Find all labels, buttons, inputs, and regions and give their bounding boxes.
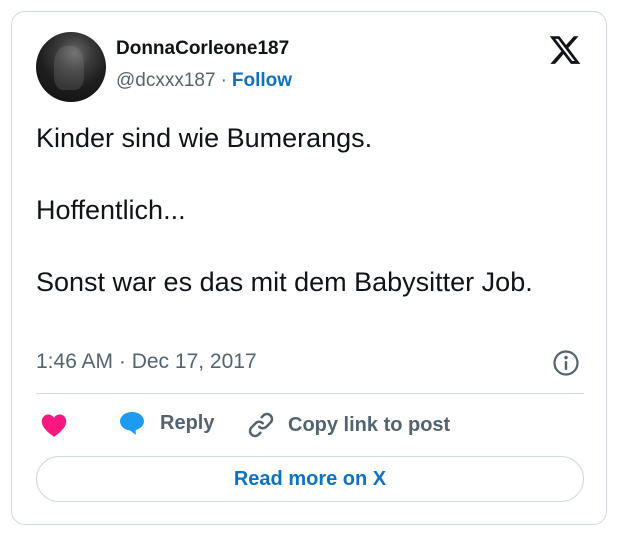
x-logo-icon[interactable] [548, 33, 582, 67]
display-name[interactable]: DonnaCorleone187 [116, 38, 289, 60]
read-more-button[interactable]: Read more on X [36, 456, 584, 502]
info-icon[interactable] [552, 349, 580, 377]
copy-link-button[interactable]: Copy link to post [246, 410, 450, 440]
divider [36, 393, 584, 394]
follow-button[interactable]: Follow [232, 70, 292, 91]
tweet-line-3: Sonst war es das mit dem Babysitter Job. [36, 267, 533, 297]
reply-button[interactable]: Reply [118, 410, 214, 436]
link-icon [248, 412, 274, 438]
tweet-line-2: Hoffentlich... [36, 195, 186, 225]
tweet-timestamp[interactable]: 1:46 AM · Dec 17, 2017 [36, 350, 257, 374]
speech-bubble-icon [120, 412, 144, 435]
separator-dot: · [220, 70, 227, 91]
reply-label: Reply [160, 411, 215, 434]
tweet-line-1: Kinder sind wie Bumerangs. [36, 123, 373, 153]
avatar[interactable] [36, 32, 106, 102]
handle-row: @dcxxx187 · Follow [116, 70, 292, 92]
read-more-label: Read more on X [233, 467, 387, 490]
copy-link-label: Copy link to post [288, 413, 451, 436]
like-button[interactable] [40, 412, 68, 438]
user-handle[interactable]: @dcxxx187 [116, 70, 216, 91]
heart-icon [41, 414, 67, 437]
